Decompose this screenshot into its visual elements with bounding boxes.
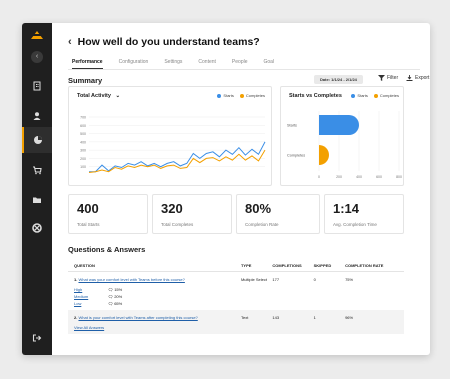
category-label: Starts (287, 124, 297, 128)
sidebar: ‹ (22, 23, 52, 355)
stat-label: Completion Rate (245, 222, 279, 227)
col-completion-rate: COMPLETION RATE (345, 263, 384, 268)
completion-rate-cell: 96% (345, 315, 354, 320)
col-question: QUESTION (74, 263, 95, 268)
total-activity-card: Total Activity ⌄ Starts Completes 700 600… (68, 86, 272, 186)
table-row: 2. What is your comfort level with Teams… (68, 310, 404, 334)
y-tick-label: 700 (80, 116, 86, 120)
y-tick-label: 300 (80, 149, 86, 153)
download-icon (406, 75, 413, 81)
col-skipped: SKIPPED (313, 263, 332, 268)
qa-table: QUESTION TYPE COMPLETIONS SKIPPED COMPLE… (68, 260, 404, 334)
skipped-cell: 0 (313, 277, 316, 282)
stat-total-starts: 400 Total Starts (68, 194, 148, 234)
completion-rate-cell: 75% (345, 277, 354, 282)
x-tick-label: 800 (396, 175, 402, 179)
export-label: Export (415, 75, 430, 81)
tab-settings[interactable]: Settings (164, 59, 182, 69)
option-high[interactable]: High (74, 287, 108, 292)
skipped-cell: 1 (313, 315, 316, 320)
tab-people[interactable]: People (232, 59, 248, 69)
tab-goal[interactable]: Goal (264, 59, 275, 69)
date-range-picker[interactable]: Date: 1/1/24 - 2/1/24 (314, 75, 363, 84)
y-tick-label: 400 (80, 140, 86, 144)
back-chevron-icon[interactable]: ‹ (68, 36, 72, 48)
collapse-sidebar-button[interactable]: ‹ (31, 51, 43, 63)
y-tick-label: 100 (80, 165, 86, 169)
table-row: 1. What was your comfort level with Team… (68, 272, 404, 310)
qa-table-header: QUESTION TYPE COMPLETIONS SKIPPED COMPLE… (68, 260, 404, 272)
option-medium-pct: 🗨 20% (108, 294, 123, 299)
qa-heading: Questions & Answers (68, 245, 146, 254)
stat-value: 80% (245, 201, 272, 216)
tab-content[interactable]: Content (198, 59, 216, 69)
filter-label: Filter (387, 75, 399, 81)
answer-options: High 🗨 15% Medium 🗨 20% Low 🗨 65% (74, 287, 241, 306)
page-title: How well do you understand teams? (77, 36, 260, 48)
tab-configuration[interactable]: Configuration (119, 59, 149, 69)
comment-icon: 🗨 (108, 301, 114, 306)
nav-user-icon[interactable] (22, 103, 52, 129)
tab-bar: Performance Configuration Settings Conte… (72, 59, 290, 69)
stat-label: Total Starts (77, 222, 100, 227)
main-content: ‹ How well do you understand teams? Perf… (52, 23, 430, 355)
starts-vs-completes-card: Starts vs Completes Starts Completes 0 20… (280, 86, 404, 186)
app-window: ‹ ‹ How well do you understand teams? Pe… (22, 23, 430, 355)
option-high-pct: 🗨 15% (108, 287, 123, 292)
x-tick-label: 200 (336, 175, 342, 179)
filter-button[interactable]: Filter (378, 75, 398, 81)
x-tick-label: 400 (356, 175, 362, 179)
col-completions: COMPLETIONS (272, 263, 302, 268)
completions-cell: 143 (272, 315, 280, 320)
tab-performance[interactable]: Performance (72, 59, 103, 69)
nav-support-icon[interactable] (22, 215, 52, 241)
filter-icon (378, 75, 385, 81)
x-tick-label: 0 (318, 175, 320, 179)
stat-value: 400 (77, 201, 99, 216)
logout-icon[interactable] (22, 325, 52, 351)
question-link[interactable]: What was your comfort level with Teams b… (78, 277, 184, 282)
category-label: Completes (287, 154, 305, 158)
question-cell: 1. What was your comfort level with Team… (74, 277, 241, 306)
title-row: ‹ How well do you understand teams? (68, 36, 260, 48)
stat-label: Avg. Completion Time (333, 222, 377, 227)
nav-reports-icon[interactable] (22, 127, 52, 153)
question-link[interactable]: What is your comfort level with Teams af… (78, 315, 197, 320)
option-low-pct: 🗨 65% (108, 301, 123, 306)
stat-label: Total Completes (161, 222, 194, 227)
tab-divider (68, 69, 420, 70)
y-tick-label: 500 (80, 132, 86, 136)
question-number: 1. (74, 277, 78, 282)
export-button[interactable]: Export (406, 75, 429, 81)
nav-folder-icon[interactable] (22, 187, 52, 213)
question-number: 2. (74, 315, 78, 320)
type-cell: Text (240, 315, 249, 320)
series-line-completes (88, 149, 266, 173)
comment-icon: 🗨 (108, 287, 114, 292)
nav-building-icon[interactable] (22, 73, 52, 99)
col-type: TYPE (240, 263, 252, 268)
completions-cell: 177 (272, 277, 280, 282)
total-activity-chart: 700 600 500 400 300 200 100 (80, 116, 266, 173)
stat-total-completes: 320 Total Completes (152, 194, 232, 234)
nav-cart-icon[interactable] (22, 157, 52, 183)
summary-heading: Summary (68, 76, 103, 85)
bar-completes (319, 145, 329, 165)
y-tick-label: 600 (80, 124, 86, 128)
starts-vs-completes-chart: 0 200 400 600 800 Starts Completes (287, 111, 402, 179)
question-cell: 2. What is your comfort level with Teams… (74, 315, 241, 330)
type-cell: Multiple Select (240, 277, 267, 282)
logo-icon (31, 31, 43, 39)
comment-icon: 🗨 (108, 294, 114, 299)
option-medium[interactable]: Medium (74, 294, 108, 299)
stat-avg-completion-time: 1:14 Avg. Completion Time (324, 194, 404, 234)
stat-completion-rate: 80% Completion Rate (236, 194, 320, 234)
x-tick-label: 600 (376, 175, 382, 179)
view-all-answers-link[interactable]: View All Answers (74, 325, 241, 330)
option-low[interactable]: Low (74, 301, 108, 306)
bar-starts (319, 115, 359, 135)
y-tick-label: 200 (80, 157, 86, 161)
stat-value: 1:14 (333, 201, 360, 216)
stat-value: 320 (161, 201, 183, 216)
